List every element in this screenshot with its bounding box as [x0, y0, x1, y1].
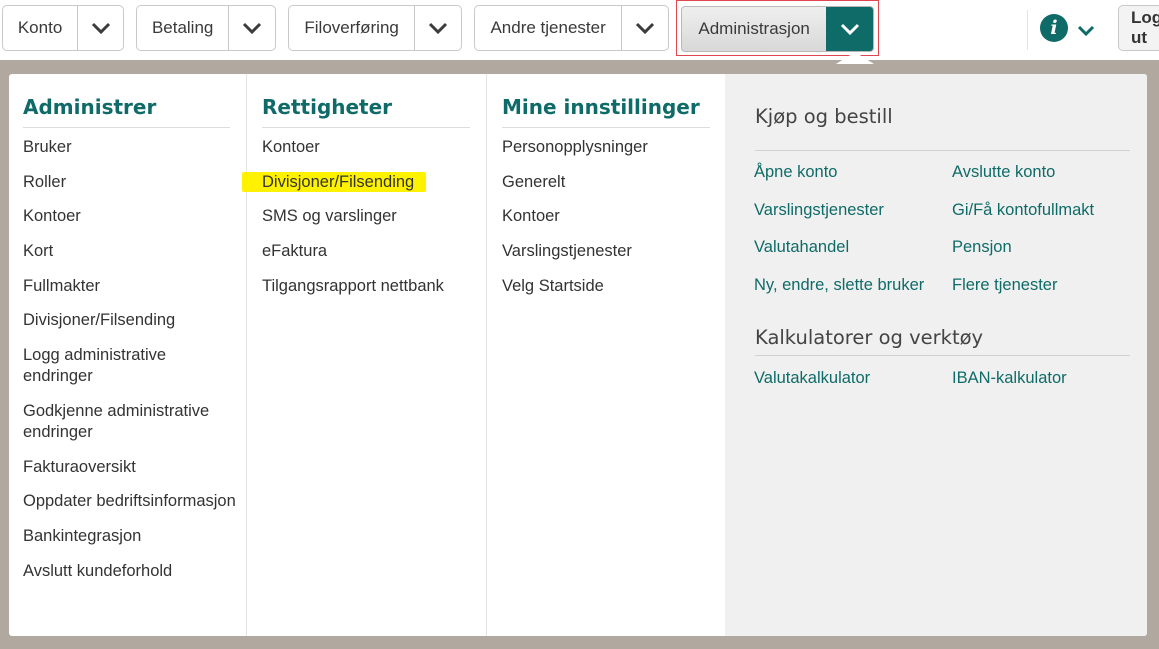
link-valutakalkulator[interactable]: Valutakalkulator: [754, 369, 870, 388]
column-kjop-og-bestill: Kjøp og bestill Åpne konto Avslutte kont…: [725, 74, 1147, 636]
menu-link-tilgangsrapport[interactable]: Tilgangsrapport nettbank: [262, 276, 477, 297]
link-kontofullmakt[interactable]: Gi/Få kontofullmakt: [952, 201, 1094, 220]
nav-filoverforing-label: Filoverføring: [304, 18, 399, 37]
nav-betaling[interactable]: Betaling: [136, 5, 276, 51]
heading-kalkulatorer: Kalkulatorer og verktøy: [755, 326, 984, 349]
logout-button[interactable]: Logg ut: [1118, 5, 1159, 51]
section-divider: [755, 150, 1130, 151]
link-apne-konto[interactable]: Åpne konto: [754, 163, 837, 182]
link-ny-endre-slette-bruker[interactable]: Ny, endre, slette bruker: [754, 276, 924, 295]
link-pensjon[interactable]: Pensjon: [952, 238, 1012, 257]
rettigheter-list: Kontoer Divisjoner/Filsending SMS og var…: [242, 137, 477, 310]
menu-link-varslingstjenester[interactable]: Varslingstjenester: [502, 241, 717, 262]
link-valutahandel[interactable]: Valutahandel: [754, 238, 849, 257]
nav-administrasjon-label: Administrasjon: [698, 19, 810, 38]
menu-link-divisjoner-highlighted[interactable]: Divisjoner/Filsending: [242, 171, 477, 193]
link-iban-kalkulator[interactable]: IBAN-kalkulator: [952, 369, 1067, 388]
chevron-down-icon[interactable]: [77, 6, 123, 50]
administrasjon-dropdown: Administrer Bruker Roller Kontoer Kort F…: [9, 74, 1147, 636]
section-divider: [755, 355, 1130, 356]
nav-filoverforing[interactable]: Filoverføring: [288, 5, 462, 51]
menu-link-divisjoner[interactable]: Divisjoner/Filsending: [23, 310, 238, 331]
menu-link-efaktura[interactable]: eFaktura: [262, 241, 477, 262]
top-navigation: Konto Betaling Filoverføring Andre tjene…: [0, 0, 1159, 60]
chevron-down-icon[interactable]: [414, 6, 461, 50]
nav-andre-tjenester[interactable]: Andre tjenester: [474, 5, 669, 51]
nav-konto-label: Konto: [17, 18, 63, 37]
highlighted-link-text: Divisjoner/Filsending: [242, 171, 427, 192]
dropdown-pointer: [836, 52, 874, 64]
nav-divider: [1027, 10, 1028, 50]
menu-link-kontoer[interactable]: Kontoer: [23, 206, 238, 227]
menu-link-logg-endringer[interactable]: Logg administrative endringer: [23, 345, 238, 387]
nav-betaling-label: Betaling: [151, 18, 214, 37]
menu-link-bankintegrasjon[interactable]: Bankintegrasjon: [23, 526, 238, 547]
link-flere-tjenester[interactable]: Flere tjenester: [952, 276, 1057, 295]
chevron-down-icon[interactable]: [826, 7, 873, 51]
menu-link-avslutt-kundeforhold[interactable]: Avslutt kundeforhold: [23, 561, 238, 582]
menu-link-generelt[interactable]: Generelt: [502, 172, 717, 193]
menu-link-velg-startside[interactable]: Velg Startside: [502, 276, 717, 297]
menu-link-sms-varslinger[interactable]: SMS og varslinger: [262, 206, 477, 227]
column-mine-innstillinger: Mine innstillinger Personopplysninger Ge…: [487, 74, 725, 636]
link-avslutte-konto[interactable]: Avslutte konto: [952, 163, 1055, 182]
chevron-down-icon[interactable]: [228, 6, 275, 50]
menu-link-kort[interactable]: Kort: [23, 241, 238, 262]
heading-administrer: Administrer: [23, 95, 230, 128]
administrer-list: Bruker Roller Kontoer Kort Fullmakter Di…: [23, 137, 238, 595]
menu-link-fullmakter[interactable]: Fullmakter: [23, 276, 238, 297]
column-rettigheter: Rettigheter Kontoer Divisjoner/Filsendin…: [242, 74, 487, 636]
menu-link-godkjenne-endringer[interactable]: Godkjenne administrative endringer: [23, 401, 238, 443]
nav-konto[interactable]: Konto: [2, 5, 124, 51]
heading-kjop-og-bestill: Kjøp og bestill: [755, 105, 893, 128]
nav-administrasjon[interactable]: Administrasjon: [681, 6, 874, 52]
column-administrer: Administrer Bruker Roller Kontoer Kort F…: [9, 74, 247, 636]
info-icon[interactable]: i: [1040, 14, 1068, 42]
menu-link-fakturaoversikt[interactable]: Fakturaoversikt: [23, 457, 238, 478]
menu-link-oppdater-bedriftsinfo[interactable]: Oppdater bedriftsinformasjon: [23, 491, 238, 512]
heading-rettigheter: Rettigheter: [262, 95, 470, 128]
mine-innstillinger-list: Personopplysninger Generelt Kontoer Vars…: [502, 137, 717, 310]
menu-link-personopplysninger[interactable]: Personopplysninger: [502, 137, 717, 158]
menu-link-kontoer[interactable]: Kontoer: [502, 206, 717, 227]
chevron-down-icon[interactable]: [1077, 24, 1095, 42]
menu-link-bruker[interactable]: Bruker: [23, 137, 238, 158]
heading-mine-innstillinger: Mine innstillinger: [502, 95, 710, 128]
nav-andre-tjenester-label: Andre tjenester: [490, 18, 606, 37]
chevron-down-icon[interactable]: [621, 6, 668, 50]
link-varslingstjenester[interactable]: Varslingstjenester: [754, 201, 884, 220]
menu-link-roller[interactable]: Roller: [23, 172, 238, 193]
menu-link-kontoer[interactable]: Kontoer: [262, 137, 477, 158]
